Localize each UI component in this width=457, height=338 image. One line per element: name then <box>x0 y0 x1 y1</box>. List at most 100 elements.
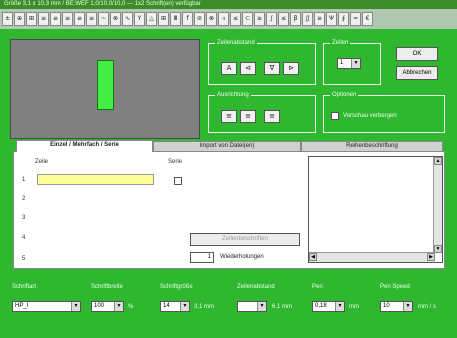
symbol-button[interactable]: △ <box>146 12 157 26</box>
justify-left-button[interactable]: ≡ <box>221 110 237 123</box>
font-size-label: Schriftgröße <box>160 284 193 290</box>
align-a-button[interactable]: A <box>221 62 237 75</box>
symbol-button[interactable]: β <box>290 12 301 26</box>
font-size-value: 14 <box>163 303 170 309</box>
scroll-up-icon[interactable]: ▲ <box>434 157 442 165</box>
pen-speed-unit: mm / s <box>418 304 436 310</box>
alignment-group-label: Zeilenabstand <box>215 39 257 47</box>
symbol-button[interactable]: ∿ <box>122 12 133 26</box>
pen-label: Pen <box>312 284 323 290</box>
hide-preview-checkbox[interactable] <box>331 112 339 120</box>
symbol-button[interactable]: ⊞ <box>26 12 37 26</box>
symbol-button[interactable]: ⊘ <box>194 12 205 26</box>
row-number: 3 <box>22 215 26 221</box>
symbol-button[interactable]: ≈ <box>350 12 361 26</box>
symbol-button[interactable]: ± <box>2 12 13 26</box>
symbol-button[interactable]: ≥ <box>254 12 265 26</box>
symbol-button[interactable]: ≤ <box>278 12 289 26</box>
symbol-button[interactable]: ⊂ <box>242 12 253 26</box>
tab-import-file[interactable]: Import von Datei(en) <box>153 141 301 151</box>
cancel-button[interactable]: Abbrechen <box>396 66 438 80</box>
font-select[interactable]: HP_I ▼ <box>12 301 81 312</box>
lines-group-label: Zeilen <box>330 39 351 47</box>
justify-right-button[interactable]: ≡ <box>264 110 280 123</box>
symbol-button[interactable]: ≥ <box>314 12 325 26</box>
column-header-serie: Serie <box>168 159 183 165</box>
symbol-button[interactable]: ≡ <box>62 12 73 26</box>
options-group-label: Optionen <box>330 91 359 99</box>
scroll-left-icon[interactable]: ◀ <box>309 253 317 261</box>
symbol-button[interactable]: Ψ <box>326 12 337 26</box>
symbol-button[interactable]: ⊗ <box>206 12 217 26</box>
symbol-button[interactable]: f <box>182 12 193 26</box>
pen-speed-label: Pen Speed <box>380 284 410 290</box>
row-number: 4 <box>22 235 26 241</box>
symbol-button[interactable]: Ⅲ <box>170 12 181 26</box>
hide-preview-label: Vorschau verbergen <box>343 113 397 119</box>
font-size-select[interactable]: 14 ▼ <box>160 301 190 312</box>
scroll-right-icon[interactable]: ▶ <box>427 253 435 261</box>
line-1-text-input[interactable] <box>37 174 154 185</box>
font-label: Schriftart <box>12 284 37 290</box>
symbol-button[interactable]: ⊗ <box>110 12 121 26</box>
align-right-button[interactable]: ⊳ <box>283 62 299 75</box>
symbol-button[interactable]: ≡ <box>86 12 97 26</box>
horizontal-scrollbar[interactable]: ◀ ▶ <box>309 252 435 262</box>
column-header-zeile: Zeile <box>35 159 49 165</box>
symbol-button[interactable]: ◃ <box>218 12 229 26</box>
pen-unit: mm <box>349 304 359 310</box>
font-size-unit: 3,1 mm <box>194 304 215 310</box>
line-spacing-select[interactable]: ▼ <box>237 301 267 312</box>
ok-button[interactable]: OK <box>396 47 438 61</box>
symbol-button[interactable]: ≡ <box>50 12 61 26</box>
symbol-button[interactable]: ⊕ <box>14 12 25 26</box>
pen-speed-select[interactable]: 10 ▼ <box>380 301 413 312</box>
font-width-value: 100 <box>94 303 105 309</box>
chevron-down-icon: ▼ <box>335 302 344 311</box>
align-down-button[interactable]: ∇ <box>264 62 280 75</box>
lines-select-value: 1 <box>340 60 344 66</box>
row-number: 1 <box>22 177 26 183</box>
line-1-series-checkbox[interactable] <box>174 177 182 185</box>
justify-center-button[interactable]: ≡ <box>240 110 256 123</box>
window-title: Größe 3,1 x 10,3 mm / BE:WEF 1,0/10,0/10… <box>0 0 457 9</box>
row-number: 5 <box>22 256 26 262</box>
symbol-toolbar: ± ⊕ ⊞ ≡ ≡ ≡ ≡ ≡ ~ ⊗ ∿ Y △ ⊞ Ⅲf ⊘ ⊗ ◃ ≤ ⊂ ≥ ∫ ≤ β ∬ ≥ Ψ ∮ ≈ € <box>0 9 457 29</box>
pen-speed-value: 10 <box>383 303 390 309</box>
symbol-button[interactable]: ≤ <box>230 12 241 26</box>
chevron-down-icon: ▼ <box>114 302 123 311</box>
align-left-button[interactable]: ⊲ <box>240 62 256 75</box>
series-list[interactable]: ▲ ▼ ◀ ▶ <box>308 156 443 263</box>
symbol-button[interactable]: ≡ <box>38 12 49 26</box>
font-select-value: HP_I <box>15 303 29 309</box>
font-width-unit: % <box>128 304 134 310</box>
line-spacing-unit: 6,1 mm <box>272 304 293 310</box>
justify-group-label: Ausrichtung <box>215 91 251 99</box>
label-preview <box>10 39 200 139</box>
symbol-button[interactable]: ∮ <box>338 12 349 26</box>
font-width-label: Schriftbreite <box>91 284 124 290</box>
scroll-down-icon[interactable]: ▼ <box>434 245 442 253</box>
symbol-button[interactable]: ≡ <box>74 12 85 26</box>
symbol-button[interactable]: ∫ <box>266 12 277 26</box>
tab-single-multi-series[interactable]: Einzel / Mehrfach / Serie <box>16 140 153 152</box>
chevron-down-icon: ▼ <box>403 302 412 311</box>
pen-value: 0,18 <box>315 303 327 309</box>
vertical-scrollbar[interactable]: ▲ ▼ <box>433 157 442 253</box>
repetitions-input[interactable]: 1 <box>190 252 214 263</box>
label-lines-button[interactable]: Zeilenbeschriften <box>190 233 300 246</box>
lines-select[interactable]: 1 ▼ <box>337 58 361 69</box>
font-width-select[interactable]: 100 ▼ <box>91 301 124 312</box>
chevron-down-icon: ▼ <box>180 302 189 311</box>
symbol-button[interactable]: ∬ <box>302 12 313 26</box>
symbol-button[interactable]: € <box>362 12 373 26</box>
symbol-button[interactable]: ⊞ <box>158 12 169 26</box>
tab-row-labeling[interactable]: Reihenbeschriftung <box>301 141 443 151</box>
pen-select[interactable]: 0,18 ▼ <box>312 301 345 312</box>
symbol-button[interactable]: ~ <box>98 12 109 26</box>
row-number: 2 <box>22 196 26 202</box>
chevron-down-icon: ▼ <box>351 59 360 68</box>
chevron-down-icon: ▼ <box>257 302 266 311</box>
line-spacing-label: Zeilenabstand <box>237 284 275 290</box>
symbol-button[interactable]: Y <box>134 12 145 26</box>
